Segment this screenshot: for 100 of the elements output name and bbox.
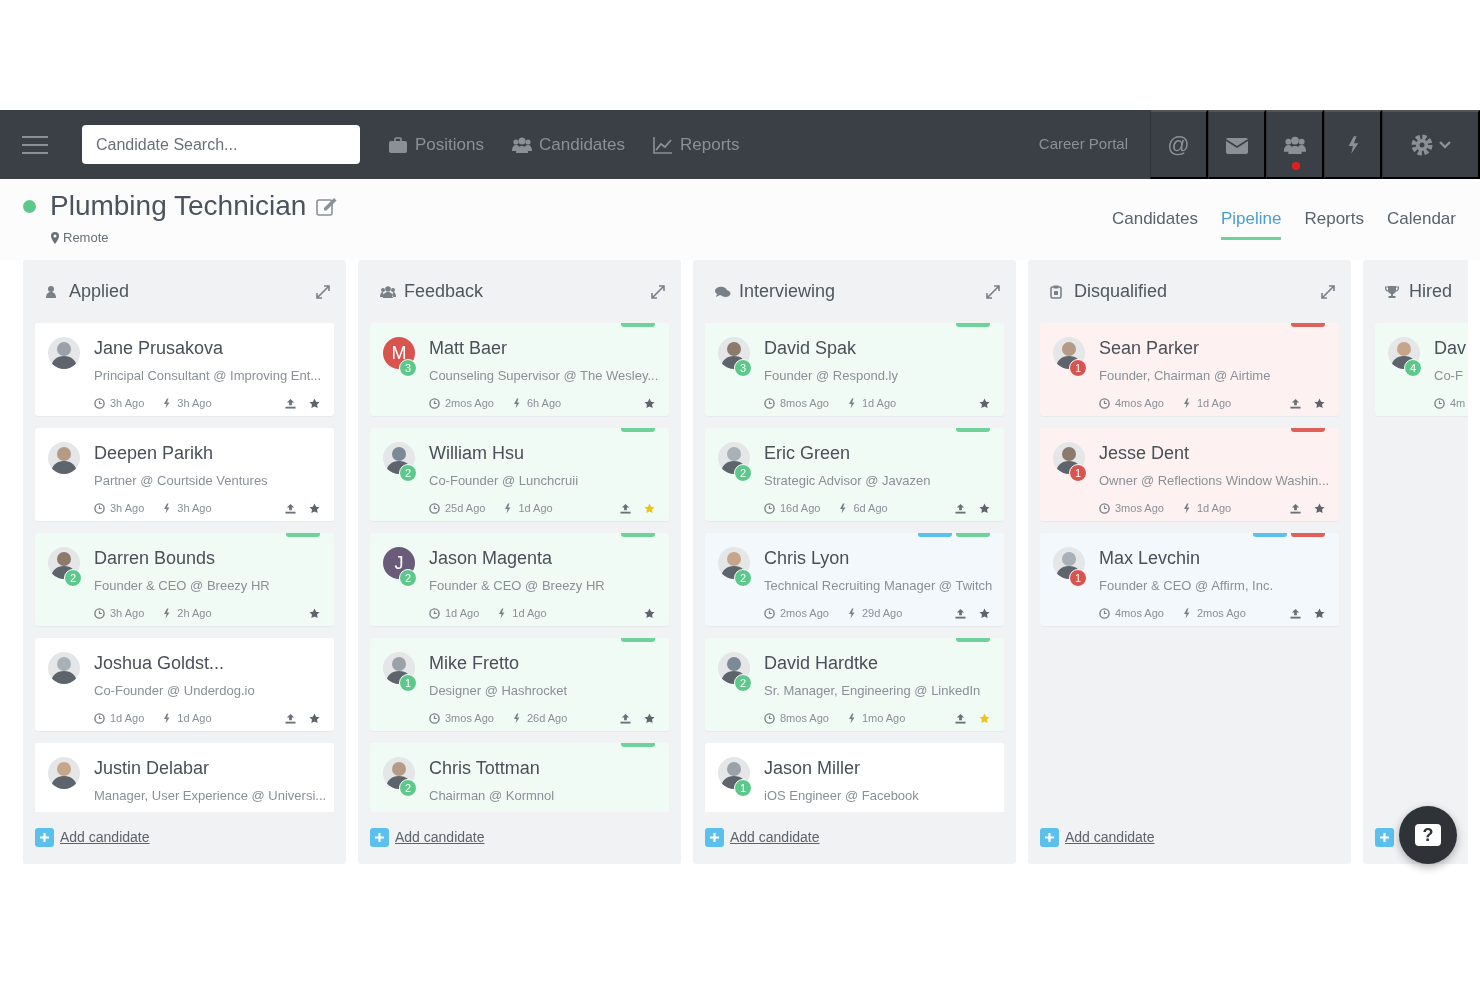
star-icon[interactable] <box>979 397 990 409</box>
candidate-name: Eric Green <box>764 444 851 464</box>
candidate-card[interactable]: 1 Mike Fretto Designer @ Hashrocket 3mos Ago 26d Ago <box>370 638 669 731</box>
candidate-title: Founder @ Respond.ly <box>764 367 898 385</box>
candidate-card[interactable]: 1 Max Levchin Founder & CEO @ Affirm, Inc. 4mos Ago 2mos Ago <box>1040 533 1339 626</box>
clock-icon <box>1434 397 1445 409</box>
upload-icon[interactable] <box>285 502 296 514</box>
chart-icon <box>653 135 673 154</box>
star-icon[interactable] <box>644 397 655 409</box>
upload-icon[interactable] <box>1290 397 1301 409</box>
star-icon[interactable] <box>1314 607 1325 619</box>
add-candidate-link[interactable]: Add candidate <box>60 827 150 848</box>
avatar <box>48 337 80 369</box>
count-badge: 2 <box>734 569 752 587</box>
candidate-title: Founder & CEO @ Breezy HR <box>429 577 605 595</box>
clock-icon <box>94 397 105 409</box>
star-icon[interactable] <box>644 712 655 724</box>
star-icon[interactable] <box>979 607 990 619</box>
candidate-card[interactable]: 2 Chris Lyon Technical Recruiting Manager @ Twitch 2mos Ago 29d Ago <box>705 533 1004 626</box>
upload-icon[interactable] <box>955 712 966 724</box>
menu-icon[interactable] <box>22 135 48 154</box>
edit-icon[interactable] <box>316 196 339 217</box>
candidate-name: William Hsu <box>429 444 524 464</box>
star-icon[interactable] <box>309 712 320 724</box>
candidate-card[interactable]: 3 David Spak Founder @ Respond.ly 8mos Ago 1d Ago <box>705 323 1004 416</box>
candidate-name: Jesse Dent <box>1099 444 1190 464</box>
status-dot <box>23 199 36 213</box>
activity-time: 1d Ago <box>1196 396 1232 411</box>
clock-icon <box>94 502 105 514</box>
candidate-card[interactable]: Deepen Parikh Partner @ Courtside Ventures 3h Ago 3h Ago <box>35 428 334 521</box>
expand-icon[interactable] <box>986 284 1000 299</box>
star-icon[interactable] <box>1314 397 1325 409</box>
count-badge: 2 <box>734 674 752 692</box>
clock-icon <box>429 397 440 409</box>
candidate-card[interactable]: 4 Dav Co-F 4m <box>1375 323 1468 416</box>
team-button[interactable] <box>1266 110 1324 179</box>
candidate-name: Chris Lyon <box>764 549 850 569</box>
star-icon[interactable] <box>1314 502 1325 514</box>
candidate-name: Jane Prusakova <box>94 339 224 359</box>
created-time: 3h Ago <box>110 501 145 516</box>
avatar <box>48 442 80 474</box>
column-title: Feedback <box>404 280 484 303</box>
star-icon[interactable] <box>644 607 655 619</box>
candidate-name: Justin Delabar <box>94 759 210 779</box>
candidate-card[interactable]: 2 Chris Tottman Chairman @ Kormnol <box>370 743 669 812</box>
search-field[interactable]: Candidate Search... <box>82 125 360 164</box>
count-badge: 1 <box>734 779 752 797</box>
upload-icon[interactable] <box>285 712 296 724</box>
page-tab[interactable]: Reports <box>1304 200 1364 240</box>
add-candidate-link[interactable]: Add candidate <box>730 827 820 848</box>
candidate-card[interactable]: 1 Jason Miller iOS Engineer @ Facebook <box>705 743 1004 812</box>
created-time: 1d Ago <box>110 711 145 726</box>
candidate-card[interactable]: Joshua Goldst... Co-Founder @ Underdog.io 1d Ago 1d Ago <box>35 638 334 731</box>
candidate-card[interactable]: 2 David Hardtke Sr. Manager, Engineering @ LinkedIn 8mos Ago 1mo Ago <box>705 638 1004 731</box>
candidate-title: iOS Engineer @ Facebook <box>764 787 919 805</box>
star-icon[interactable] <box>644 502 655 514</box>
count-badge: 1 <box>1069 569 1087 587</box>
created-time: 2mos Ago <box>445 396 494 411</box>
activity-time: 1d Ago <box>861 396 897 411</box>
star-icon[interactable] <box>309 607 320 619</box>
caret-icon <box>1437 139 1452 150</box>
candidate-title: Principal Consultant @ Improving Ent... <box>94 367 322 385</box>
candidate-card[interactable]: 1 Sean Parker Founder, Chairman @ Airtime 4mos Ago 1d Ago <box>1040 323 1339 416</box>
expand-icon[interactable] <box>316 284 330 299</box>
candidate-name: Sean Parker <box>1099 339 1200 359</box>
candidate-card[interactable]: Jane Prusakova Principal Consultant @ Improving Ent... 3h Ago 3h Ago <box>35 323 334 416</box>
upload-icon[interactable] <box>955 607 966 619</box>
candidate-card[interactable]: M 3 Matt Baer Counseling Supervisor @ The Wesley... 2mos Ago 6h Ago <box>370 323 669 416</box>
count-badge: 2 <box>734 464 752 482</box>
candidate-name: Matt Baer <box>429 339 508 359</box>
count-badge: 1 <box>1069 464 1087 482</box>
candidate-card[interactable]: 2 Eric Green Strategic Advisor @ Javazen 16d Ago 6d Ago <box>705 428 1004 521</box>
add-candidate-link[interactable]: Add candidate <box>1065 827 1155 848</box>
candidate-card[interactable]: 2 Darren Bounds Founder & CEO @ Breezy HR 3h Ago 2h Ago <box>35 533 334 626</box>
page-tab[interactable]: Candidates <box>1111 200 1198 240</box>
star-icon[interactable] <box>979 502 990 514</box>
upload-icon[interactable] <box>285 397 296 409</box>
column-title: Disqualified <box>1074 280 1168 303</box>
created-time: 3h Ago <box>110 396 145 411</box>
expand-icon[interactable] <box>651 284 665 299</box>
count-badge: 4 <box>1404 359 1422 377</box>
created-time: 8mos Ago <box>780 396 829 411</box>
count-badge: 2 <box>399 779 417 797</box>
star-icon[interactable] <box>979 712 990 724</box>
candidate-card[interactable]: Justin Delabar Manager, User Experience @ Universi... <box>35 743 334 812</box>
upload-icon[interactable] <box>955 502 966 514</box>
upload-icon[interactable] <box>620 502 631 514</box>
clock-icon <box>764 607 775 619</box>
candidate-card[interactable]: J 2 Jason Magenta Founder & CEO @ Breezy HR 1d Ago 1d Ago <box>370 533 669 626</box>
page-tab[interactable]: Calendar <box>1387 200 1456 240</box>
candidate-card[interactable]: 2 William Hsu Co-Founder @ Lunchcruii 25d Ago 1d Ago <box>370 428 669 521</box>
location-text: Remote <box>63 228 109 247</box>
upload-icon[interactable] <box>1290 607 1301 619</box>
upload-icon[interactable] <box>620 712 631 724</box>
add-candidate-link[interactable]: Add candidate <box>395 827 485 848</box>
expand-icon[interactable] <box>1321 284 1335 299</box>
star-icon[interactable] <box>309 502 320 514</box>
candidate-card[interactable]: 1 Jesse Dent Owner @ Reflections Window Washin... 3mos Ago 1d Ago <box>1040 428 1339 521</box>
star-icon[interactable] <box>309 397 320 409</box>
upload-icon[interactable] <box>1290 502 1301 514</box>
